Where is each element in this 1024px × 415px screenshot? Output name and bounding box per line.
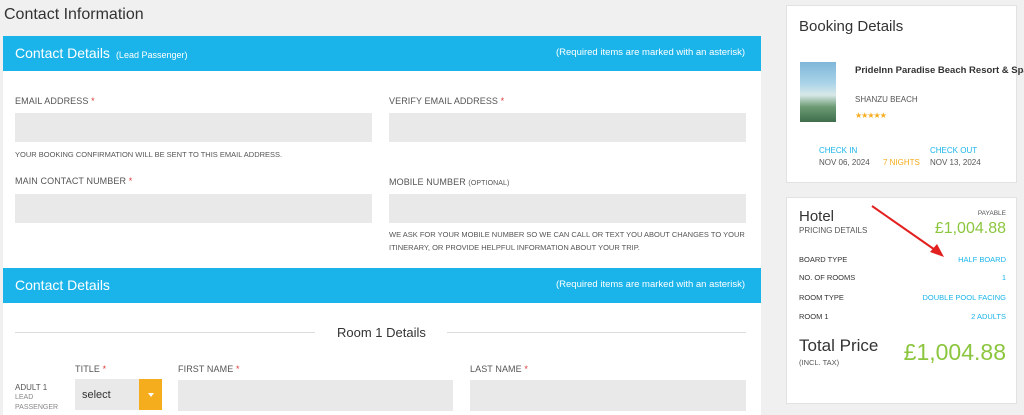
divider-left: [15, 332, 315, 333]
lead-passenger-label: (Lead Passenger): [115, 50, 188, 60]
divider-right: [447, 332, 746, 333]
rooms-value: 1: [1001, 273, 1006, 282]
mobile-note: WE ASK FOR YOUR MOBILE NUMBER SO WE CAN …: [389, 230, 745, 252]
main-contact-field[interactable]: [15, 194, 372, 223]
first-name-label: FIRST NAME *: [178, 364, 240, 374]
contact-details-header: Contact Details (Lead Passenger) (Require…: [3, 36, 761, 71]
title-select-value: select: [82, 389, 111, 401]
page-title: Contact Information: [4, 6, 144, 23]
rooms-label: NO. OF ROOMS: [799, 273, 856, 282]
hotel-image: [800, 62, 836, 122]
contact-form: Contact Details (Lead Passenger) (Require…: [3, 36, 761, 415]
hotel-name: PrideInn Paradise Beach Resort & Spa: [855, 65, 1024, 76]
first-name-field[interactable]: [178, 380, 453, 411]
hotel-location: SHANZU BEACH: [855, 95, 918, 104]
payable-label: PAYABLE: [977, 210, 1006, 217]
chevron-down-icon[interactable]: [139, 379, 162, 410]
passenger-details-header: Contact Details (Required items are mark…: [3, 268, 761, 303]
pricing-title: Hotel: [799, 208, 835, 225]
annotation-arrow-icon: [871, 205, 944, 257]
total-price-value: £1,004.88: [903, 339, 1006, 365]
email-note: YOUR BOOKING CONFIRMATION WILL BE SENT T…: [15, 150, 283, 159]
title-label: TITLE *: [75, 364, 107, 374]
board-type-value: HALF BOARD: [958, 255, 1006, 264]
mobile-field[interactable]: [389, 194, 746, 223]
mobile-label: MOBILE NUMBER (OPTIONAL): [389, 177, 510, 187]
main-contact-label: MAIN CONTACT NUMBER *: [15, 176, 133, 186]
title-select[interactable]: select: [75, 379, 162, 410]
contact-details-title: Contact Details (Lead Passenger): [15, 45, 188, 61]
room-title: Room 1 Details: [337, 325, 426, 340]
nights-count: 7 NIGHTS: [883, 158, 920, 167]
total-price-label: Total Price: [799, 336, 879, 355]
booking-details-title: Booking Details: [799, 18, 904, 35]
room-1-label: ROOM 1: [799, 312, 829, 321]
room-1-value: 2 ADULTS: [971, 312, 1006, 321]
check-out-label: CHECK OUT: [930, 146, 978, 155]
total-price-sub: (INCL. TAX): [799, 358, 840, 367]
star-rating: ★★★★★: [855, 111, 887, 120]
booking-details-card: Booking Details PrideInn Paradise Beach …: [786, 5, 1024, 183]
room-type-value: DOUBLE POOL FACING: [922, 293, 1007, 302]
email-field[interactable]: [15, 113, 372, 142]
required-note: (Required items are marked with an aster…: [555, 47, 745, 58]
verify-email-label: VERIFY EMAIL ADDRESS *: [389, 96, 505, 106]
adult-label: ADULT 1 LEAD PASSENGER: [15, 383, 59, 411]
last-name-field[interactable]: [470, 380, 746, 411]
check-out-date: NOV 13, 2024: [930, 158, 981, 167]
check-in-date: NOV 06, 2024: [819, 158, 870, 167]
room-type-label: ROOM TYPE: [799, 293, 844, 302]
verify-email-field[interactable]: [389, 113, 746, 142]
last-name-label: LAST NAME *: [470, 364, 528, 374]
check-in-label: CHECK IN: [819, 146, 858, 155]
board-type-label: BOARD TYPE: [799, 255, 848, 264]
passenger-required-note: (Required items are marked with an aster…: [555, 279, 745, 290]
email-label: EMAIL ADDRESS *: [15, 96, 95, 106]
passenger-details-title: Contact Details: [15, 277, 110, 293]
